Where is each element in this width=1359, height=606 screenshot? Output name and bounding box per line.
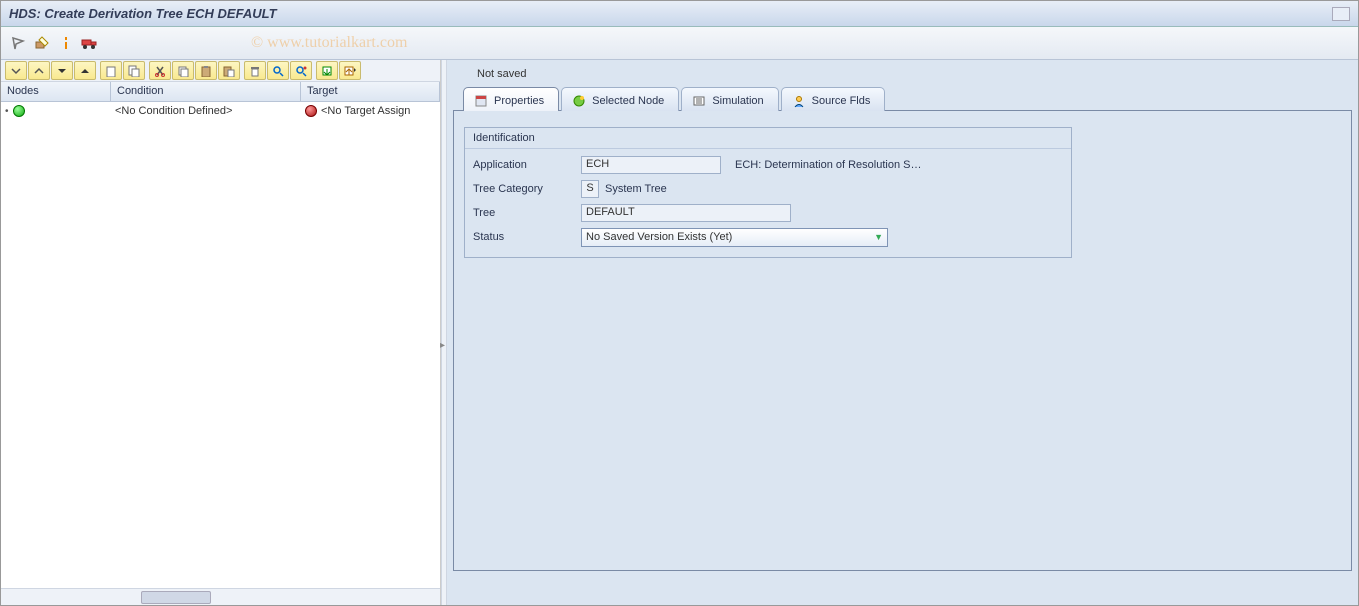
display-change-icon[interactable]	[33, 34, 51, 52]
delete-icon[interactable]	[244, 61, 266, 80]
tab-properties[interactable]: Properties	[463, 87, 559, 111]
collapse-node-icon[interactable]	[28, 61, 50, 80]
col-header-target[interactable]: Target	[301, 82, 440, 101]
app-toolbar: © www.tutorialkart.com	[1, 27, 1358, 60]
move-down-icon[interactable]	[51, 61, 73, 80]
tab-source-flds[interactable]: Source Flds	[781, 87, 886, 111]
import-icon[interactable]	[316, 61, 338, 80]
expand-node-icon[interactable]	[5, 61, 27, 80]
status-green-icon	[13, 105, 25, 117]
tab-label: Properties	[494, 95, 544, 107]
bullet-icon: •	[5, 106, 9, 117]
panel-title: Identification	[465, 128, 1071, 149]
export-icon[interactable]	[339, 61, 361, 80]
col-header-nodes[interactable]: Nodes	[1, 82, 111, 101]
paste-icon[interactable]	[195, 61, 217, 80]
tree-header: Nodes Condition Target	[1, 82, 440, 102]
category-text: System Tree	[605, 183, 667, 195]
transport-icon[interactable]	[81, 34, 99, 52]
condition-cell: <No Condition Defined>	[111, 104, 301, 118]
selected-node-icon	[572, 94, 586, 108]
horizontal-scrollbar[interactable]	[1, 588, 440, 605]
tree-row[interactable]: • <No Condition Defined> <No Target Assi…	[1, 102, 440, 120]
properties-icon	[474, 94, 488, 108]
create-node-icon[interactable]	[100, 61, 122, 80]
category-code-field[interactable]: S	[581, 180, 599, 198]
info-icon[interactable]	[57, 34, 75, 52]
identification-panel: Identification Application ECH ECH: Dete…	[464, 127, 1072, 258]
select-other-tree-icon[interactable]	[9, 34, 27, 52]
move-up-icon[interactable]	[74, 61, 96, 80]
chevron-down-icon: ▼	[874, 232, 883, 242]
simulation-icon	[692, 94, 706, 108]
source-flds-icon	[792, 94, 806, 108]
status-value: No Saved Version Exists (Yet)	[586, 231, 732, 243]
status-select[interactable]: No Saved Version Exists (Yet) ▼	[581, 228, 888, 247]
application-label: Application	[471, 159, 581, 171]
status-label: Status	[471, 231, 581, 243]
target-cell: <No Target Assign	[321, 105, 410, 117]
tab-strip: Properties Selected Node Simulation Sour…	[453, 86, 1352, 111]
tab-selected-node[interactable]: Selected Node	[561, 87, 679, 111]
status-red-icon	[305, 105, 317, 117]
category-label: Tree Category	[471, 183, 581, 195]
tab-simulation[interactable]: Simulation	[681, 87, 778, 111]
tab-content: Identification Application ECH ECH: Dete…	[453, 111, 1352, 571]
pane-splitter[interactable]	[441, 60, 447, 605]
create-subnode-icon[interactable]	[123, 61, 145, 80]
search-next-icon[interactable]	[290, 61, 312, 80]
scrollbar-thumb[interactable]	[141, 591, 211, 604]
tab-label: Selected Node	[592, 95, 664, 107]
application-field[interactable]: ECH	[581, 156, 721, 174]
detail-pane: Not saved Properties Selected Node Simul…	[447, 60, 1358, 605]
copy-icon[interactable]	[172, 61, 194, 80]
watermark-text: © www.tutorialkart.com	[251, 34, 407, 52]
tree-field[interactable]: DEFAULT	[581, 204, 791, 222]
col-header-condition[interactable]: Condition	[111, 82, 301, 101]
window-menu-icon[interactable]	[1332, 7, 1350, 21]
cut-icon[interactable]	[149, 61, 171, 80]
tree-label: Tree	[471, 207, 581, 219]
tree-toolbar	[1, 60, 440, 82]
tab-label: Simulation	[712, 95, 763, 107]
paste-subnode-icon[interactable]	[218, 61, 240, 80]
window-title: HDS: Create Derivation Tree ECH DEFAULT	[9, 6, 277, 21]
window-title-bar: HDS: Create Derivation Tree ECH DEFAULT	[1, 1, 1358, 27]
tab-label: Source Flds	[812, 95, 871, 107]
tree-body[interactable]: • <No Condition Defined> <No Target Assi…	[1, 102, 440, 605]
save-status: Not saved	[447, 60, 1358, 86]
application-desc: ECH: Determination of Resolution S…	[735, 159, 921, 171]
tree-pane: Nodes Condition Target • <No Condition D…	[1, 60, 441, 605]
search-icon[interactable]	[267, 61, 289, 80]
